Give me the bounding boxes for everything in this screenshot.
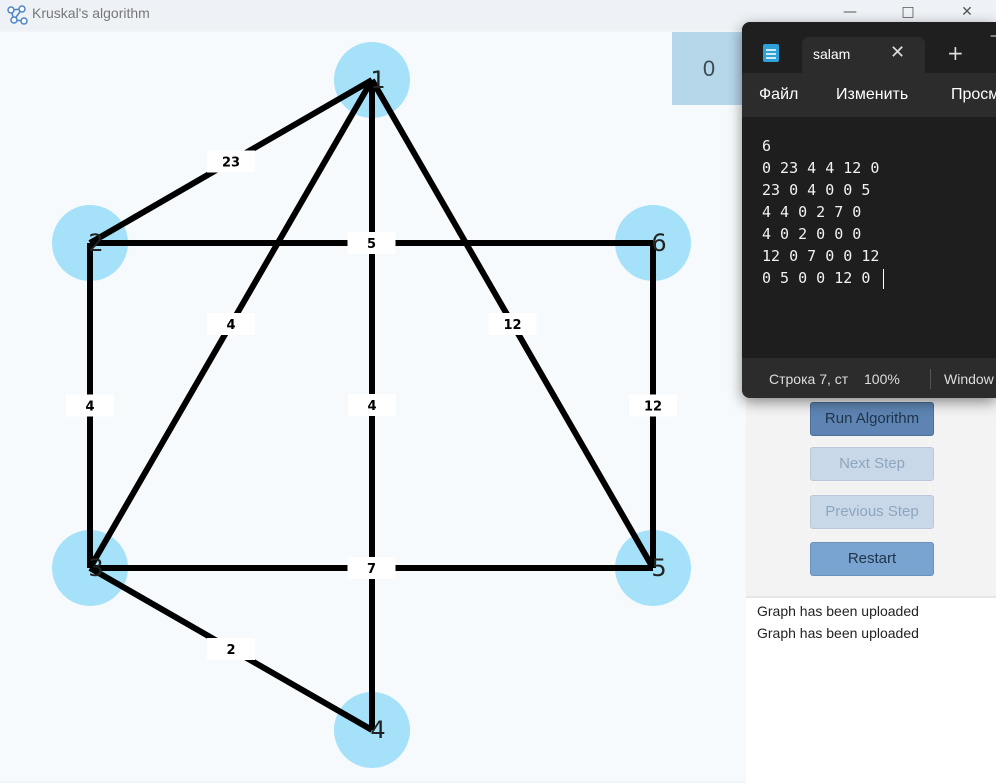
minimize-icon[interactable]: — bbox=[838, 4, 862, 24]
edge-weight-label: 12 bbox=[644, 400, 662, 415]
editor-line: 6 bbox=[762, 137, 772, 155]
graph-drawing: 234412547212123456 bbox=[52, 42, 691, 768]
edge-weight-label: 4 bbox=[85, 400, 94, 415]
editor-line: 0 5 0 0 12 0 bbox=[762, 269, 871, 287]
graph-canvas[interactable]: 23 4 4 12 5 4 7 2 12 1 2 3 4 5 6 bbox=[0, 32, 746, 781]
notepad-editor[interactable]: 6 0 23 4 4 12 0 23 0 4 0 0 5 4 4 0 2 7 0… bbox=[742, 117, 996, 358]
text-caret bbox=[883, 269, 884, 289]
status-zoom: 100% bbox=[864, 371, 900, 387]
editor-line: 4 4 0 2 7 0 bbox=[762, 203, 862, 221]
edge-weight-label: 5 bbox=[367, 237, 376, 252]
notepad-icon bbox=[763, 44, 779, 62]
menu-file[interactable]: Файл bbox=[759, 86, 798, 104]
editor-line: 12 0 7 0 0 12 bbox=[762, 247, 880, 265]
edge-weight-label: 4 bbox=[226, 318, 235, 333]
edge-weight-label: 2 bbox=[226, 643, 235, 658]
log-line: Graph has been uploaded bbox=[757, 625, 919, 641]
step-counter: 0 bbox=[672, 32, 746, 105]
graph-node-label-4: 4 bbox=[370, 716, 385, 744]
log-panel: Graph has been uploaded Graph has been u… bbox=[746, 596, 996, 783]
editor-line: 23 0 4 0 0 5 bbox=[762, 181, 871, 199]
status-divider bbox=[930, 369, 931, 389]
notepad-status-bar: Строка 7, ст 100% Window bbox=[742, 358, 996, 398]
edge-weight-label: 23 bbox=[222, 156, 240, 171]
menu-view[interactable]: Просм bbox=[951, 86, 996, 104]
close-tab-icon[interactable]: ✕ bbox=[890, 42, 905, 63]
graph-node-label-1: 1 bbox=[370, 66, 385, 94]
edge-weight-label: 7 bbox=[367, 562, 376, 577]
minimize-icon[interactable]: — bbox=[990, 28, 996, 44]
editor-line: 4 0 2 0 0 0 bbox=[762, 225, 862, 243]
edge-weight-label: 4 bbox=[367, 399, 376, 414]
close-icon[interactable]: ✕ bbox=[955, 4, 979, 24]
status-encoding: Window bbox=[944, 371, 994, 387]
graph-node-label-2: 2 bbox=[88, 229, 103, 257]
editor-line: 0 23 4 4 12 0 bbox=[762, 159, 880, 177]
graph-node-label-5: 5 bbox=[651, 554, 666, 582]
menu-edit[interactable]: Изменить bbox=[836, 86, 908, 104]
edge-weight-label: 12 bbox=[503, 318, 521, 333]
maximize-icon[interactable]: □ bbox=[896, 4, 920, 24]
notepad-window[interactable]: salam ✕ + — Файл Изменить Просм 6 0 23 4… bbox=[742, 22, 996, 398]
graph-node-label-3: 3 bbox=[88, 554, 103, 582]
next-step-button[interactable]: Next Step bbox=[810, 447, 934, 481]
notepad-menu-bar: Файл Изменить Просм bbox=[742, 73, 996, 117]
status-position: Строка 7, ст bbox=[769, 371, 849, 387]
log-line: Graph has been uploaded bbox=[757, 603, 919, 619]
notepad-tab[interactable]: salam ✕ bbox=[802, 37, 925, 73]
new-tab-icon[interactable]: + bbox=[947, 41, 964, 65]
notepad-tab-bar: salam ✕ + — bbox=[742, 22, 996, 73]
restart-button[interactable]: Restart bbox=[810, 542, 934, 576]
previous-step-button[interactable]: Previous Step bbox=[810, 495, 934, 529]
graph-node-label-6: 6 bbox=[651, 229, 666, 257]
run-algorithm-button[interactable]: Run Algorithm bbox=[810, 402, 934, 436]
notepad-tab-title: salam bbox=[813, 46, 851, 62]
